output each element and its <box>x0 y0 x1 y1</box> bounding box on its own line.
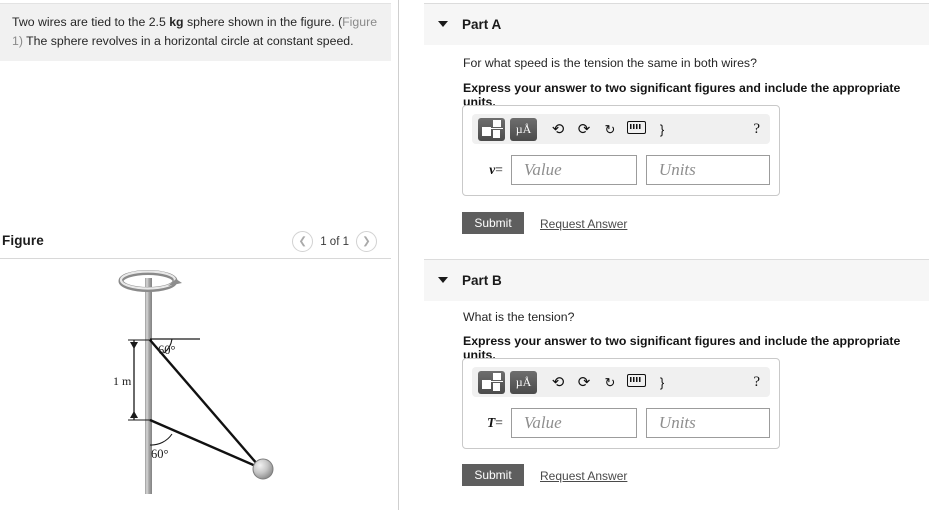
caret-down-icon[interactable] <box>438 277 448 283</box>
sphere <box>252 458 274 480</box>
part-a-value-input[interactable]: Value <box>510 155 637 185</box>
part-b-variable-label: T= <box>472 415 511 431</box>
figure-header: Figure ❮ 1 of 1 ❯ <box>0 230 391 258</box>
dimension-arrow-bottom <box>130 411 138 418</box>
dimension-arrow-top <box>130 342 138 349</box>
part-b-title: Part B <box>462 273 502 288</box>
redo-icon[interactable]: ⟳ <box>572 375 596 390</box>
figure-divider <box>0 258 391 259</box>
problem-mass-unit: kg <box>169 15 184 29</box>
part-b-submit-button[interactable]: Submit <box>462 464 524 486</box>
part-b-header[interactable]: Part B <box>424 259 929 301</box>
part-a-math-toolbar: µÅ ⟲ ⟳ ↻ } ? <box>472 114 770 144</box>
figure-pager: ❮ 1 of 1 ❯ <box>292 231 377 252</box>
left-panel: Two wires are tied to the 2.5 kg sphere … <box>0 0 399 510</box>
part-a-header[interactable]: Part A <box>424 3 929 45</box>
reset-icon[interactable]: ↻ <box>598 376 622 389</box>
chevron-left-icon: ❮ <box>298 235 307 247</box>
keyboard-icon[interactable] <box>624 374 648 390</box>
math-template-icon[interactable] <box>478 370 505 394</box>
bracket-glyph: } <box>659 374 665 390</box>
figure-diagram: 1 m 60° 60° <box>0 262 391 502</box>
angle-label-top: 60° <box>158 343 176 357</box>
angle-label-bottom: 60° <box>151 447 169 461</box>
dimension-label-text: 1 m <box>113 374 132 388</box>
math-template-icon[interactable] <box>478 117 505 141</box>
figure-next-button[interactable]: ❯ <box>356 231 377 252</box>
problem-text-part2: sphere shown in the figure. ( <box>183 15 343 29</box>
physics-diagram-svg: 1 m 60° 60° <box>113 270 274 494</box>
part-a-title: Part A <box>462 17 502 32</box>
part-b-answer-row: T= Value Units <box>472 408 770 438</box>
chevron-right-icon: ❯ <box>362 235 371 247</box>
part-a-request-answer-link[interactable]: Request Answer <box>540 217 627 231</box>
unit-entry-icon[interactable]: µÅ <box>510 117 537 141</box>
figure-prev-button[interactable]: ❮ <box>292 231 314 252</box>
part-a-units-input[interactable]: Units <box>645 155 770 185</box>
undo-icon[interactable]: ⟲ <box>546 375 570 390</box>
problem-statement: Two wires are tied to the 2.5 kg sphere … <box>0 3 391 62</box>
angle-arc-bottom <box>149 433 173 446</box>
right-panel: Part A For what speed is the tension the… <box>400 0 929 510</box>
caret-down-icon[interactable] <box>438 21 448 27</box>
part-b-answer-box: µÅ ⟲ ⟳ ↻ } ? T= Value Units <box>462 358 780 449</box>
part-a-variable-label: v= <box>472 162 511 178</box>
part-b-math-toolbar: µÅ ⟲ ⟳ ↻ } ? <box>472 367 770 397</box>
unit-entry-icon[interactable]: µÅ <box>510 370 537 394</box>
bracket-glyph: } <box>659 121 665 137</box>
undo-icon[interactable]: ⟲ <box>546 122 570 137</box>
part-b-value-input[interactable]: Value <box>510 408 637 438</box>
page-root: Two wires are tied to the 2.5 kg sphere … <box>0 0 929 510</box>
problem-text-part1: Two wires are tied to the 2.5 <box>12 15 170 29</box>
part-a-submit-button[interactable]: Submit <box>462 212 524 234</box>
problem-text-part3: The sphere revolves in a horizontal circ… <box>22 33 354 48</box>
pole <box>145 278 152 494</box>
redo-icon[interactable]: ⟳ <box>572 122 596 137</box>
reset-icon[interactable]: ↻ <box>598 123 622 136</box>
part-a-answer-box: µÅ ⟲ ⟳ ↻ } ? v= Value Units <box>462 105 780 196</box>
figure-page-label: 1 of 1 <box>320 235 349 248</box>
part-b-units-input[interactable]: Units <box>645 408 770 438</box>
part-a-question: For what speed is the tension the same i… <box>463 56 757 70</box>
part-a-answer-row: v= Value Units <box>472 155 770 185</box>
part-a-equals: = <box>495 162 503 177</box>
part-b-equals: = <box>495 415 503 430</box>
figure-title: Figure <box>2 233 44 248</box>
help-icon[interactable]: ? <box>753 374 764 391</box>
part-b-request-answer-link[interactable]: Request Answer <box>540 469 627 483</box>
help-icon[interactable]: ? <box>753 121 764 138</box>
keyboard-icon[interactable] <box>624 121 648 137</box>
part-b-question: What is the tension? <box>463 310 575 324</box>
